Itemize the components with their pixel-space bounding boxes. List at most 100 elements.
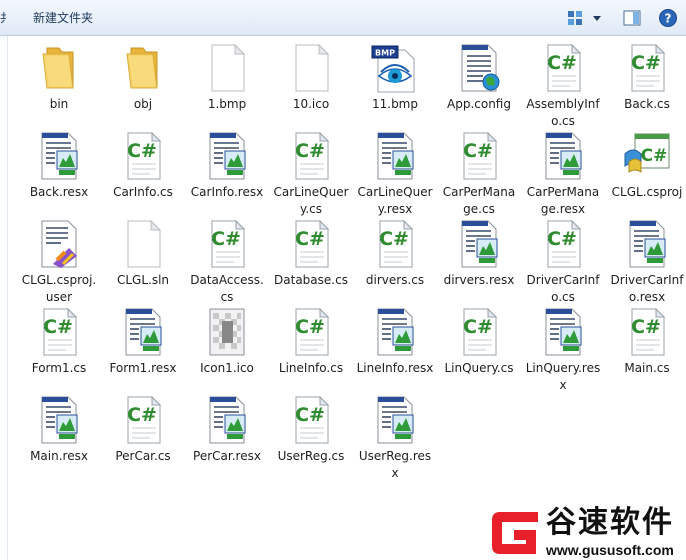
file-item[interactable]: C# Form1.cs <box>18 306 100 377</box>
file-name-label: Back.resx <box>29 185 89 199</box>
file-name-label: DataAccess.cs <box>190 273 264 304</box>
file-item[interactable]: C# Back.cs <box>606 42 686 113</box>
svg-text:C#: C# <box>631 316 661 338</box>
share-button-label: 共享 <box>0 11 6 25</box>
file-name-label: CLGL.csproj <box>611 185 683 199</box>
file-name-label: CarPerManage.cs <box>442 185 516 216</box>
svg-text:BMP: BMP <box>375 49 395 58</box>
folder-file-icon <box>117 42 169 94</box>
file-name-label: App.config <box>447 97 511 111</box>
user-file-icon <box>33 218 85 270</box>
resx-file-icon <box>453 218 505 270</box>
file-item[interactable]: C# Database.cs <box>270 218 352 289</box>
file-name-label: Back.cs <box>624 97 670 111</box>
cs-file-icon: C# <box>117 394 169 446</box>
file-item[interactable]: dirvers.resx <box>438 218 520 289</box>
file-item[interactable]: 10.ico <box>270 42 352 113</box>
cs-file-icon: C# <box>621 42 673 94</box>
file-item[interactable]: C# LineInfo.cs <box>270 306 352 377</box>
file-item[interactable]: Form1.resx <box>102 306 184 377</box>
file-item[interactable]: C# CLGL.csproj <box>606 130 686 201</box>
file-name-label: Icon1.ico <box>200 361 254 375</box>
csproj-file-icon: C# <box>621 130 673 182</box>
folder-file-icon <box>33 42 85 94</box>
file-item[interactable]: C# CarLineQuery.cs <box>270 130 352 218</box>
file-name-label: obj <box>133 97 153 111</box>
file-item[interactable]: CarInfo.resx <box>186 130 268 201</box>
cs-file-icon: C# <box>621 306 673 358</box>
file-name-label: 10.ico <box>292 97 330 111</box>
file-item[interactable]: Main.resx <box>18 394 100 465</box>
brand-logo-icon <box>492 512 538 554</box>
file-name-label: LineInfo.resx <box>356 361 434 375</box>
resx-file-icon <box>369 130 421 182</box>
file-name-label: AssemblyInfo.cs <box>526 97 600 128</box>
file-item[interactable]: C# LinQuery.cs <box>438 306 520 377</box>
file-name-label: Form1.cs <box>31 361 87 375</box>
preview-pane-button[interactable] <box>622 9 642 27</box>
resx-file-icon <box>369 394 421 446</box>
new-folder-button[interactable]: 新建文件夹 <box>33 9 93 27</box>
file-item[interactable]: Back.resx <box>18 130 100 201</box>
file-item[interactable]: CLGL.csproj.user <box>18 218 100 306</box>
cs-file-icon: C# <box>369 218 421 270</box>
file-item[interactable]: C# AssemblyInfo.cs <box>522 42 604 130</box>
file-item[interactable]: App.config <box>438 42 520 113</box>
file-item[interactable]: C# UserReg.cs <box>270 394 352 465</box>
cs-file-icon: C# <box>453 306 505 358</box>
file-name-label: CarInfo.resx <box>190 185 264 199</box>
cs-file-icon: C# <box>537 42 589 94</box>
resx-file-icon <box>201 394 253 446</box>
file-item[interactable]: PerCar.resx <box>186 394 268 465</box>
blank-file-icon <box>117 218 169 270</box>
file-name-label: bin <box>49 97 69 111</box>
cs-file-icon: C# <box>537 218 589 270</box>
file-name-label: CLGL.csproj.user <box>21 273 97 304</box>
file-name-label: Database.cs <box>274 273 348 287</box>
resx-file-icon <box>33 394 85 446</box>
svg-text:C#: C# <box>295 404 325 426</box>
resx-file-icon <box>621 218 673 270</box>
file-name-label: Main.resx <box>30 449 88 463</box>
share-button[interactable]: 共享 <box>0 9 6 27</box>
file-name-label: UserReg.cs <box>277 449 345 463</box>
file-list-view[interactable]: bin obj 1.bmp 10.ico BMP 11.bmp App.conf… <box>0 36 686 560</box>
file-item[interactable]: bin <box>18 42 100 113</box>
file-item[interactable]: C# CarPerManage.cs <box>438 130 520 218</box>
file-name-label: 1.bmp <box>207 97 247 111</box>
view-options-button[interactable] <box>566 9 606 27</box>
svg-text:C#: C# <box>547 52 577 74</box>
preview-pane-icon <box>623 10 641 26</box>
help-button[interactable]: ? <box>658 8 678 28</box>
svg-text:C#: C# <box>641 146 668 166</box>
file-item[interactable]: LinQuery.resx <box>522 306 604 394</box>
file-item[interactable]: CarPerManage.resx <box>522 130 604 218</box>
file-item[interactable]: C# CarInfo.cs <box>102 130 184 201</box>
file-item[interactable]: C# PerCar.cs <box>102 394 184 465</box>
file-name-label: LinQuery.resx <box>525 361 601 392</box>
file-item[interactable]: obj <box>102 42 184 113</box>
cs-file-icon: C# <box>285 130 337 182</box>
file-item[interactable]: C# Main.cs <box>606 306 686 377</box>
file-item[interactable]: Icon1.ico <box>186 306 268 377</box>
bmp-file-icon: BMP <box>369 42 421 94</box>
file-item[interactable]: C# dirvers.cs <box>354 218 436 289</box>
file-item[interactable]: C# DataAccess.cs <box>186 218 268 306</box>
svg-text:C#: C# <box>631 52 661 74</box>
file-item[interactable]: C# DriverCarInfo.cs <box>522 218 604 306</box>
file-item[interactable]: LineInfo.resx <box>354 306 436 377</box>
svg-text:C#: C# <box>379 228 409 250</box>
svg-text:C#: C# <box>295 228 325 250</box>
view-options-icon <box>568 11 601 25</box>
file-name-label: Form1.resx <box>109 361 177 375</box>
file-name-label: CarLineQuery.resx <box>357 185 433 216</box>
cs-file-icon: C# <box>285 306 337 358</box>
file-item[interactable]: UserReg.resx <box>354 394 436 482</box>
file-item[interactable]: BMP 11.bmp <box>354 42 436 113</box>
svg-text:C#: C# <box>127 404 157 426</box>
file-item[interactable]: 1.bmp <box>186 42 268 113</box>
file-name-label: dirvers.resx <box>443 273 515 287</box>
file-item[interactable]: DriverCarInfo.resx <box>606 218 686 306</box>
file-item[interactable]: CLGL.sln <box>102 218 184 289</box>
file-item[interactable]: CarLineQuery.resx <box>354 130 436 218</box>
